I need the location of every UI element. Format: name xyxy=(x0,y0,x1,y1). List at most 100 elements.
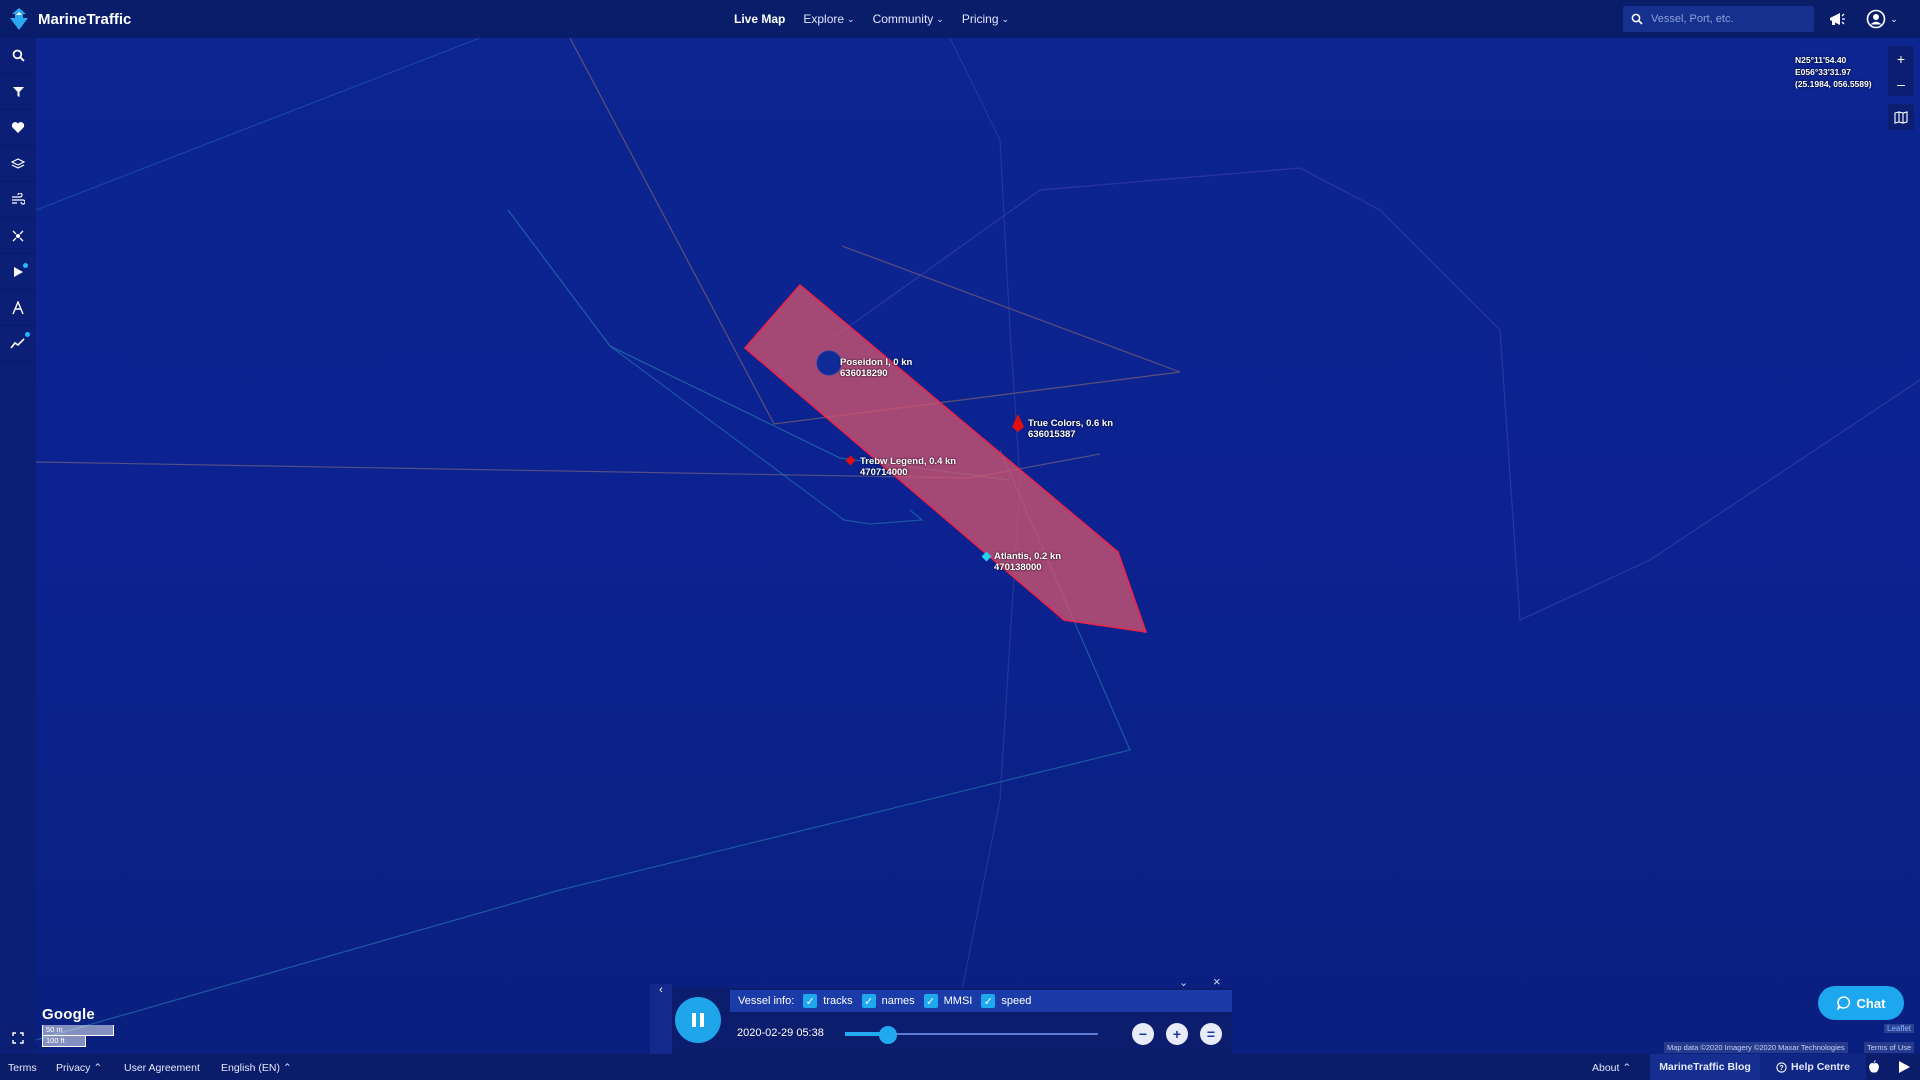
sidebar-layers[interactable] xyxy=(0,146,36,182)
chat-label: Chat xyxy=(1856,995,1886,1011)
vessel-label-atlantis[interactable]: Atlantis, 0.2 kn 470138000 xyxy=(994,551,1061,573)
checkbox-checked-icon[interactable]: ✓ xyxy=(923,994,938,1008)
nav-pricing-label: Pricing xyxy=(961,12,999,26)
footer-blog-link[interactable]: MarineTraffic Blog xyxy=(1650,1054,1760,1080)
map-tracks xyxy=(36,38,1920,1054)
search-input[interactable] xyxy=(1651,13,1801,25)
sidebar-analytics[interactable] xyxy=(0,326,36,362)
pause-button[interactable] xyxy=(675,997,721,1043)
user-avatar-icon xyxy=(1866,9,1886,29)
nav-explore[interactable]: Explore ⌄ xyxy=(803,12,854,26)
scale-metric: 50 m xyxy=(42,1025,114,1036)
footer: Terms Privacy ⌃ User Agreement English (… xyxy=(0,1054,1920,1080)
option-mmsi[interactable]: ✓ MMSI xyxy=(923,994,972,1008)
top-navigation-bar: MarineTraffic Live Map Explore ⌄ Communit… xyxy=(0,0,1920,38)
slow-down-button[interactable]: − xyxy=(1132,1023,1154,1045)
checkbox-checked-icon[interactable]: ✓ xyxy=(981,994,996,1008)
apple-app-icon[interactable] xyxy=(1866,1059,1882,1075)
brand-name: MarineTraffic xyxy=(38,10,132,28)
map-type-button[interactable] xyxy=(1888,104,1914,130)
search-icon xyxy=(12,49,25,62)
chat-button[interactable]: Chat xyxy=(1818,986,1904,1020)
help-icon: ? xyxy=(1776,1061,1787,1073)
footer-privacy[interactable]: Privacy ⌃ xyxy=(56,1062,102,1074)
nav-community[interactable]: Community ⌄ xyxy=(873,12,944,26)
footer-help-centre[interactable]: ? Help Centre xyxy=(1760,1054,1866,1080)
zoom-in-button[interactable]: + xyxy=(1888,46,1914,71)
speed-up-button[interactable]: + xyxy=(1166,1023,1188,1045)
sidebar-density[interactable] xyxy=(0,218,36,254)
vessel-name-speed: Poseidon I, 0 kn xyxy=(840,357,913,368)
sidebar-playback[interactable] xyxy=(0,254,36,290)
account-menu[interactable]: ⌄ xyxy=(1864,8,1900,30)
search-box[interactable] xyxy=(1623,6,1814,32)
play-icon xyxy=(14,266,23,277)
map-canvas[interactable]: Poseidon I, 0 kn 636018290 True Colors, … xyxy=(36,38,1920,1054)
vessel-track xyxy=(36,38,481,211)
vessel-label-true-colors[interactable]: True Colors, 0.6 kn 636015387 xyxy=(1028,418,1113,440)
minus-icon: − xyxy=(1138,1026,1148,1042)
route-icon xyxy=(12,300,24,314)
option-label: tracks xyxy=(823,995,853,1007)
chevron-up-icon: ⌃ xyxy=(282,1062,292,1074)
nav-community-label: Community xyxy=(872,12,934,26)
chevron-down-icon: ⌄ xyxy=(936,13,944,24)
cursor-coordinates: N25°11'54.40 E056°33'31.97 (25.1984, 056… xyxy=(1795,54,1872,90)
checkbox-checked-icon[interactable]: ✓ xyxy=(803,994,818,1008)
sidebar-favourites[interactable] xyxy=(0,110,36,146)
vessel-label-trebw-legend[interactable]: Trebw Legend, 0.4 kn 470714000 xyxy=(860,456,956,478)
vessel-info-options: Vessel info: ✓ tracks ✓ names ✓ MMSI ✓ speed xyxy=(730,990,1232,1012)
wind-icon xyxy=(12,193,25,205)
footer-user-agreement[interactable]: User Agreement xyxy=(124,1062,200,1074)
playback-datetime: 2020-02-29 05:38 xyxy=(737,1027,824,1039)
terms-of-use-link[interactable]: Terms of Use xyxy=(1864,1042,1915,1053)
nav-live-map[interactable]: Live Map xyxy=(734,12,785,26)
vessel-mmsi: 470714000 xyxy=(860,467,908,478)
footer-about[interactable]: About ⌃ xyxy=(1592,1062,1631,1074)
left-toolbar xyxy=(0,38,36,1054)
chevron-down-icon: ⌄ xyxy=(1890,13,1898,24)
filter-icon xyxy=(12,87,24,97)
chevron-down-icon: ⌄ xyxy=(847,13,855,24)
nav-live-map-label: Live Map xyxy=(734,12,786,26)
vessel-name-speed: True Colors, 0.6 kn xyxy=(1028,418,1113,429)
sidebar-filters[interactable] xyxy=(0,74,36,110)
checkbox-checked-icon[interactable]: ✓ xyxy=(861,994,876,1008)
footer-language[interactable]: English (EN) ⌃ xyxy=(221,1062,292,1074)
footer-terms[interactable]: Terms xyxy=(8,1062,37,1074)
playback-time-slider[interactable] xyxy=(845,1026,1098,1044)
option-label: names xyxy=(881,995,915,1007)
layers-icon xyxy=(11,157,25,169)
vessel-mmsi: 636015387 xyxy=(1028,429,1076,440)
slider-thumb[interactable] xyxy=(879,1026,897,1044)
google-play-icon[interactable] xyxy=(1896,1059,1912,1075)
option-names[interactable]: ✓ names xyxy=(861,994,915,1008)
option-tracks[interactable]: ✓ tracks xyxy=(803,994,853,1008)
leaflet-attribution[interactable]: Leaflet xyxy=(1884,1024,1915,1033)
footer-privacy-label: Privacy xyxy=(56,1062,91,1074)
footer-language-label: English (EN) xyxy=(221,1062,280,1074)
zoom-control: + – xyxy=(1888,46,1914,96)
chat-bubble-icon xyxy=(1836,996,1850,1010)
playback-close-button[interactable]: × xyxy=(1213,974,1221,989)
playback-collapse-button[interactable]: ‹ xyxy=(650,984,672,1054)
nav-pricing[interactable]: Pricing ⌄ xyxy=(962,12,1009,26)
sidebar-weather[interactable] xyxy=(0,182,36,218)
sidebar-routes[interactable] xyxy=(0,290,36,326)
map-icon xyxy=(1894,110,1908,124)
chevron-up-icon: ⌃ xyxy=(93,1062,103,1074)
vessel-marker-trebw-legend xyxy=(845,455,856,466)
vessel-track xyxy=(36,449,1131,1041)
option-speed[interactable]: ✓ speed xyxy=(981,994,1031,1008)
sidebar-search[interactable] xyxy=(0,38,36,74)
google-logo: Google xyxy=(42,1006,95,1023)
announcements-icon[interactable] xyxy=(1826,8,1848,30)
playback-minimize-button[interactable]: ⌄ xyxy=(1179,976,1188,989)
fullscreen-button[interactable] xyxy=(6,1026,30,1050)
vessel-label-poseidon[interactable]: Poseidon I, 0 kn 636018290 xyxy=(840,357,912,379)
footer-help-label: Help Centre xyxy=(1791,1061,1850,1073)
active-indicator xyxy=(25,332,30,337)
zoom-out-button[interactable]: – xyxy=(1888,71,1914,96)
playback-settings-button[interactable]: = xyxy=(1200,1023,1222,1045)
brand[interactable]: MarineTraffic xyxy=(6,6,131,32)
